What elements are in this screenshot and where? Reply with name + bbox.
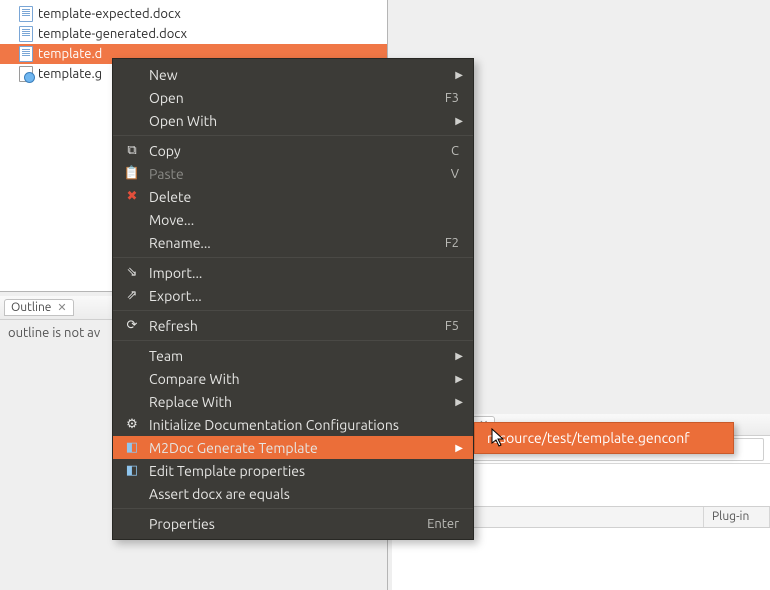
menu-item-initialize-documentation-configurations[interactable]: ⚙ Initialize Documentation Configurations [113,413,473,436]
menu-item-team[interactable]: Team▶ [113,344,473,367]
menu-item-properties[interactable]: PropertiesEnter [113,512,473,535]
file-name: template.d [38,47,102,61]
chevron-right-icon: ▶ [455,396,463,408]
menu-shortcut: F2 [445,236,459,250]
menu-item-label: Copy [149,143,451,159]
menu-item-label: Move... [149,212,459,228]
menu-item-label: Export... [149,288,459,304]
menu-item-label: Assert docx are equals [149,486,459,502]
menu-item-import[interactable]: ⇘ Import... [113,261,473,284]
menu-item-label: M2Doc Generate Template [149,440,459,456]
menu-item-replace-with[interactable]: Replace With▶ [113,390,473,413]
paste-icon: 📋 [123,166,141,181]
column-plugin[interactable]: Plug-in [704,507,770,527]
menu-shortcut: Enter [427,517,459,531]
m2doc-icon: ◧ [123,440,141,455]
menu-item-assert-docx-are-equals[interactable]: Assert docx are equals [113,482,473,505]
menu-item-new[interactable]: New▶ [113,63,473,86]
menu-item-label: Initialize Documentation Configurations [149,417,459,433]
menu-item-label: Import... [149,265,459,281]
file-name: template-expected.docx [38,7,181,21]
export-icon: ⇗ [123,288,141,303]
menu-item-edit-template-properties[interactable]: ◧ Edit Template properties [113,459,473,482]
menu-item-open[interactable]: OpenF3 [113,86,473,109]
menu-item-copy[interactable]: ⧉ CopyC [113,139,473,162]
menu-item-rename[interactable]: Rename...F2 [113,231,473,254]
chevron-right-icon: ▶ [455,442,463,454]
menu-item-label: Compare With [149,371,459,387]
menu-separator [113,508,473,509]
tab-outline[interactable]: Outline ✕ [4,299,74,316]
chevron-right-icon: ▶ [455,350,463,362]
menu-separator [113,135,473,136]
menu-item-refresh[interactable]: ⟳ RefreshF5 [113,314,473,337]
menu-item-label: Properties [149,516,427,532]
context-menu: New▶OpenF3Open With▶⧉CopyC📋PasteV✖Delete… [112,58,474,540]
chevron-right-icon: ▶ [455,373,463,385]
menu-item-m2doc-generate-template[interactable]: ◧ M2Doc Generate Template▶ [113,436,473,459]
docx-icon [18,46,34,62]
menu-shortcut: F5 [445,319,459,333]
menu-item-open-with[interactable]: Open With▶ [113,109,473,132]
menu-item-export[interactable]: ⇗ Export... [113,284,473,307]
import-icon: ⇘ [123,265,141,280]
menu-separator [113,340,473,341]
menu-shortcut: F3 [445,91,459,105]
refresh-icon: ⟳ [123,318,141,333]
menu-separator [113,310,473,311]
file-row[interactable]: template-generated.docx [0,24,387,44]
menu-item-label: Open [149,90,445,106]
menu-item-label: Paste [149,166,451,182]
docx-icon [18,26,34,42]
menu-item-delete[interactable]: ✖ Delete [113,185,473,208]
menu-item-label: Rename... [149,235,445,251]
file-row[interactable]: template-expected.docx [0,4,387,24]
menu-item-label: Edit Template properties [149,463,459,479]
submenu-item[interactable]: resource/test/template.genconf [475,427,733,449]
menu-item-move[interactable]: Move... [113,208,473,231]
copy-icon: ⧉ [123,143,141,158]
submenu: resource/test/template.genconf [474,422,734,454]
menu-item-label: Team [149,348,459,364]
chevron-right-icon: ▶ [455,69,463,81]
menu-separator [113,257,473,258]
genconf-icon [18,66,34,82]
menu-item-paste: 📋 PasteV [113,162,473,185]
menu-shortcut: C [451,144,459,158]
menu-item-label: Delete [149,189,459,205]
gear-icon: ⚙ [123,417,141,432]
menu-item-label: New [149,67,459,83]
delete-icon: ✖ [123,189,141,204]
file-name: template-generated.docx [38,27,187,41]
menu-item-label: Open With [149,113,459,129]
tab-label: Outline [11,301,51,314]
menu-item-label: Replace With [149,394,459,410]
m2doc-icon: ◧ [123,463,141,478]
menu-item-compare-with[interactable]: Compare With▶ [113,367,473,390]
menu-item-label: Refresh [149,318,445,334]
docx-icon [18,6,34,22]
chevron-right-icon: ▶ [455,115,463,127]
file-name: template.g [38,67,102,81]
close-icon[interactable]: ✕ [57,301,66,314]
menu-shortcut: V [451,167,459,181]
